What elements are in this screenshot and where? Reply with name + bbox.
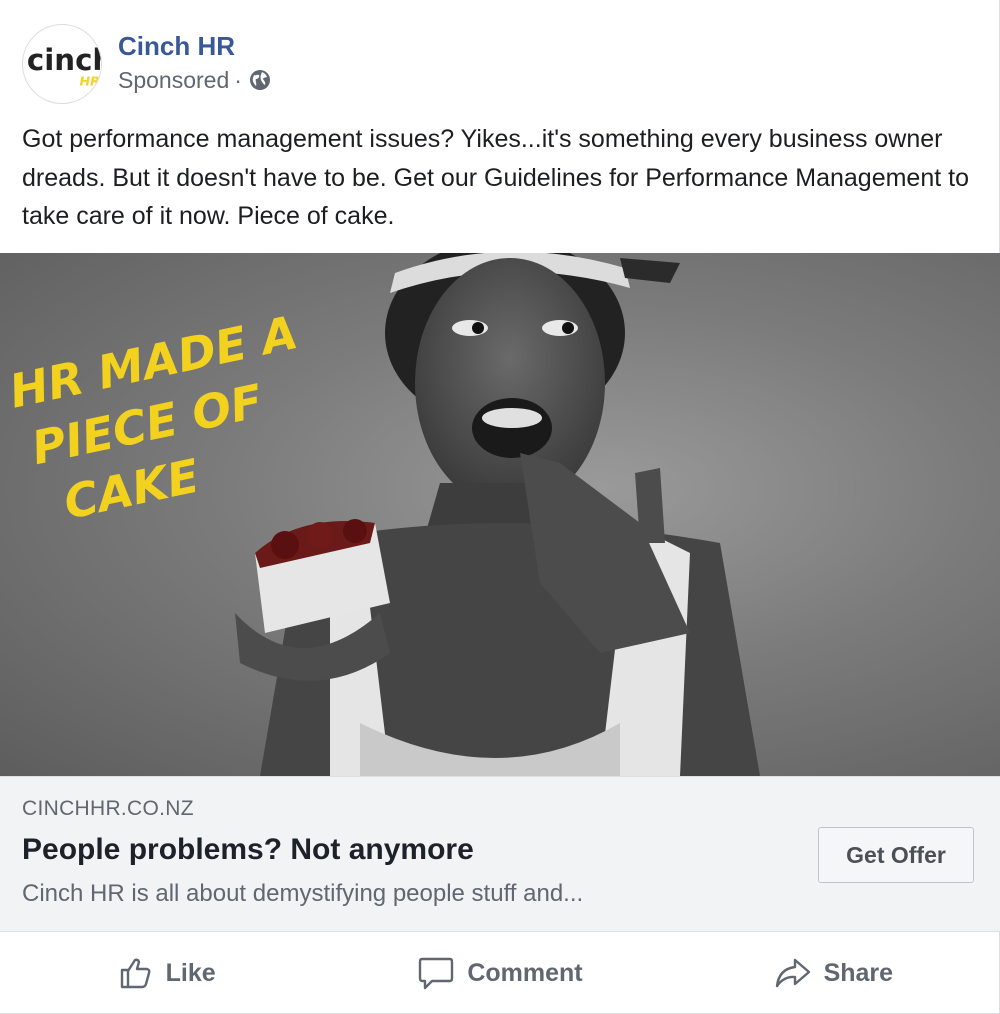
post-header: cinch HR Cinch HR Sponsored · bbox=[22, 24, 272, 106]
link-domain: CINCHHR.CO.NZ bbox=[22, 797, 194, 820]
comment-button[interactable]: Comment bbox=[333, 933, 666, 1013]
share-arrow-icon bbox=[775, 958, 810, 988]
post-meta: Cinch HR Sponsored · bbox=[118, 30, 272, 94]
comment-label: Comment bbox=[467, 958, 583, 987]
sponsored-post-card: cinch HR Cinch HR Sponsored · Got perfor… bbox=[0, 0, 1000, 1014]
comment-bubble-icon bbox=[419, 957, 454, 990]
link-description: Cinch HR is all about demystifying peopl… bbox=[22, 880, 584, 907]
page-name-link[interactable]: Cinch HR bbox=[118, 30, 272, 62]
logo-wordmark: cinch bbox=[27, 43, 101, 77]
cinch-hr-logo: cinch HR bbox=[27, 43, 101, 89]
sponsored-label[interactable]: Sponsored bbox=[118, 66, 229, 94]
post-actions-bar: Like Comment Share bbox=[0, 933, 1000, 1013]
page-avatar[interactable]: cinch HR bbox=[22, 24, 102, 104]
ad-image[interactable]: HR MADE A PIECE OF CAKE bbox=[0, 253, 1000, 776]
link-preview[interactable]: CINCHHR.CO.NZ People problems? Not anymo… bbox=[0, 776, 1000, 932]
post-subline: Sponsored · bbox=[118, 66, 272, 94]
share-label: Share bbox=[823, 958, 894, 987]
thumbs-up-icon bbox=[120, 958, 151, 989]
like-button[interactable]: Like bbox=[0, 933, 333, 1013]
logo-sub: HR bbox=[80, 73, 100, 88]
post-body-text: Got performance management issues? Yikes… bbox=[22, 125, 969, 230]
get-offer-button[interactable]: Get Offer bbox=[818, 827, 974, 883]
separator-dot: · bbox=[234, 67, 242, 93]
globe-icon[interactable] bbox=[248, 68, 272, 92]
like-label: Like bbox=[165, 958, 216, 987]
share-button[interactable]: Share bbox=[667, 933, 1000, 1013]
link-headline[interactable]: People problems? Not anymore bbox=[22, 833, 474, 867]
overlay-text: HR MADE A PIECE OF CAKE bbox=[8, 305, 302, 530]
